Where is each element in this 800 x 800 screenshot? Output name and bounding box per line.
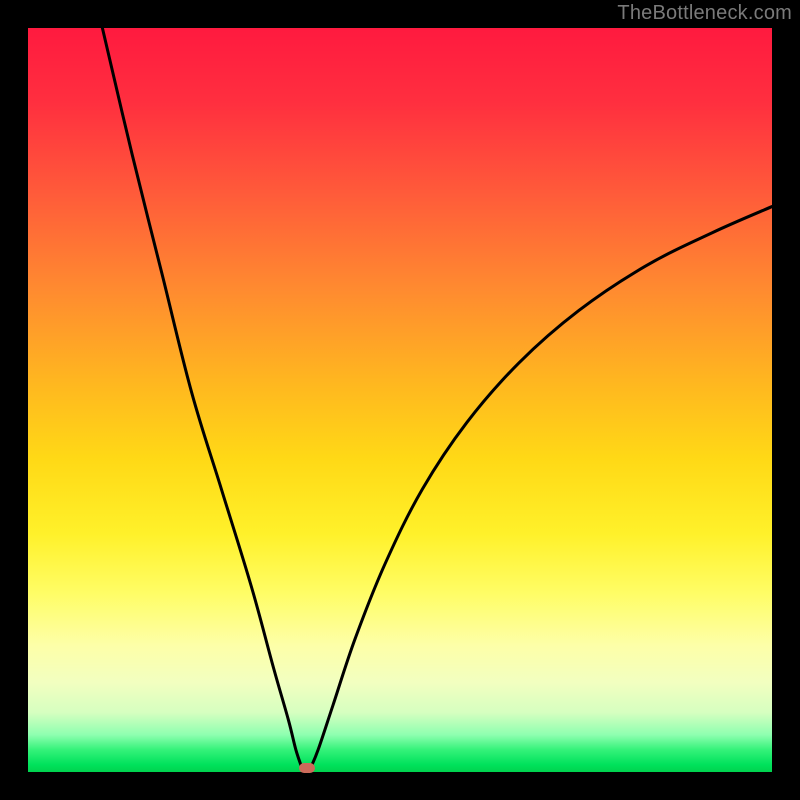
marker-point	[299, 763, 315, 773]
curve-left	[102, 28, 301, 768]
curve-right	[311, 207, 772, 768]
watermark-text: TheBottleneck.com	[617, 2, 792, 25]
plot-area	[28, 28, 772, 772]
curve-layer	[28, 28, 772, 772]
chart-frame: TheBottleneck.com	[0, 0, 800, 800]
